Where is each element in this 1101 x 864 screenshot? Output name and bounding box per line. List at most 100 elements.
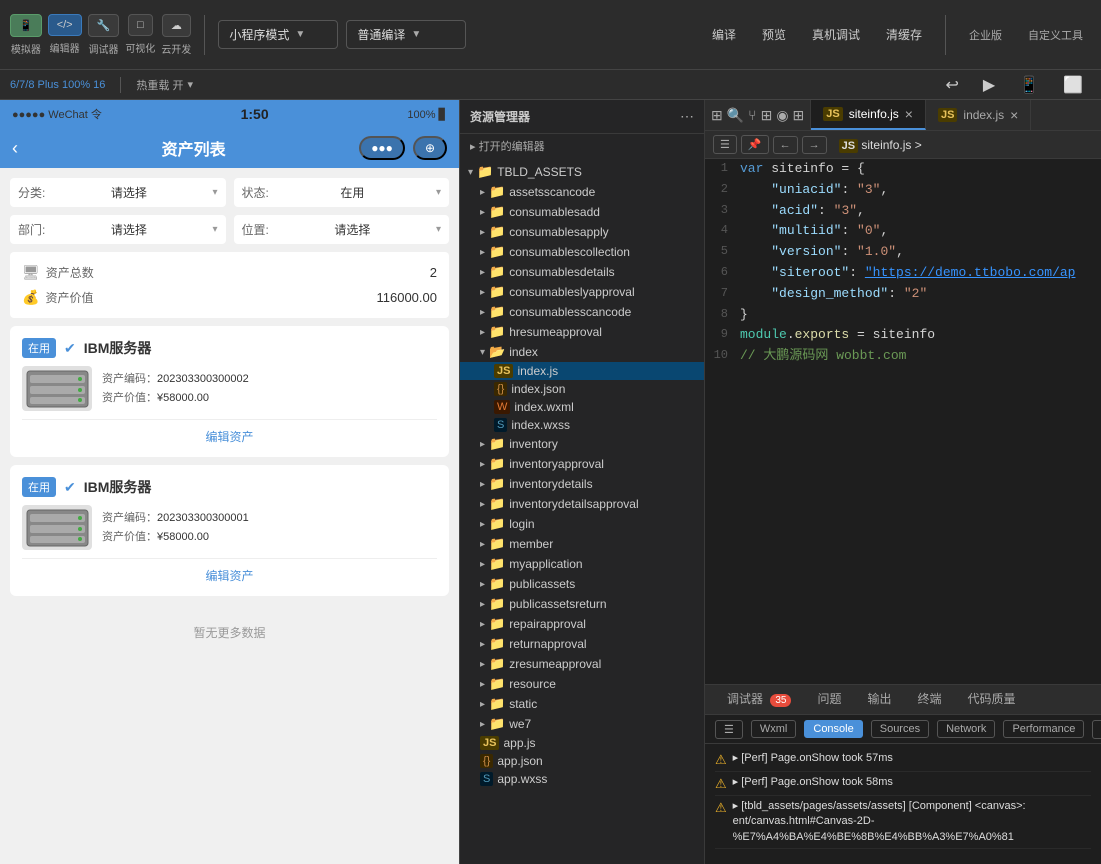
folder-static[interactable]: ▸ 📁 static [460,694,704,714]
cloud-icon: ☁ [171,19,182,32]
network-tab-btn[interactable]: Network [937,720,995,738]
folder-index[interactable]: ▾ 📂 index [460,342,704,362]
tab-bar-btn-1[interactable]: ⊞ [711,107,723,124]
mode-dropdown[interactable]: 小程序模式 ▼ [218,20,338,49]
wxml-tab-btn[interactable]: Wxml [751,720,797,738]
nav-add-btn[interactable]: ⊕ [413,136,447,160]
bookmark-btn[interactable]: ☰ [713,135,737,154]
compile-action-btn[interactable]: 编译 [704,22,744,47]
breadcrumb: JS siteinfo.js > [839,138,922,152]
folder-inventoryapproval[interactable]: ▸ 📁 inventoryapproval [460,454,704,474]
debug-button[interactable]: 🔧 [88,14,120,37]
extra-btn-1[interactable]: 企业版 [961,23,1010,47]
status-filter-label: 状态: [242,184,269,201]
nav-more-btn[interactable]: ●●● [359,136,405,160]
status-filter[interactable]: 状态: 在用 ▾ [234,178,450,207]
preview-btn[interactable]: 预览 [754,22,794,47]
tab-index-close[interactable]: × [1010,107,1018,123]
play-btn[interactable]: ▶ [975,71,1003,99]
folder-consumablesadd[interactable]: ▸ 📁 consumablesadd [460,202,704,222]
console-tab-btn[interactable]: Console [804,720,862,738]
asset-2-check-icon: ✔ [64,479,76,496]
square-btn[interactable]: ⬜ [1055,71,1091,99]
tab-bar-btn-3[interactable]: ⑂ [748,107,756,123]
dept-filter[interactable]: 部门: 请选择 ▾ [10,215,226,244]
tab-index-js[interactable]: JS index.js × [926,100,1031,130]
folder-hresumeapproval[interactable]: ▸ 📁 hresumeapproval [460,322,704,342]
open-editors-btn[interactable]: ▸ 打开的编辑器 [460,134,704,158]
file-tree[interactable]: ▾ 📁 TBLD_ASSETS ▸ 📁 assetsscancode ▸ 📁 c… [460,158,704,864]
tab-bar-btn-4[interactable]: ⊞ [761,107,773,124]
issue-tab[interactable]: 问题 [805,685,853,714]
compile-dropdown[interactable]: 普通编译 ▼ [346,20,466,49]
clear-cache-btn[interactable]: 清缓存 [878,22,930,47]
warn-text-1: ▸ [Perf] Page.onShow took 57ms [733,751,893,766]
folder-consumableslyapproval[interactable]: ▸ 📁 consumableslyapproval [460,282,704,302]
cloud-button[interactable]: ☁ [162,14,191,37]
folder-we7[interactable]: ▸ 📁 we7 [460,714,704,734]
root-folder[interactable]: ▾ 📁 TBLD_ASSETS [460,162,704,182]
tab-siteinfo-js[interactable]: JS siteinfo.js × [811,100,926,130]
category-filter[interactable]: 分类: 请选择 ▾ [10,178,226,207]
tab-bar-btn-2[interactable]: 🔍 [727,107,744,124]
console-circle-btn[interactable]: ⊘ [1092,720,1101,739]
folder-myapplication[interactable]: ▸ 📁 myapplication [460,554,704,574]
back-btn[interactable]: ← [773,136,798,154]
asset-1-code: 202303300300002 [157,373,249,385]
asset-2-edit-btn[interactable]: 编辑资产 [22,558,437,584]
forward-btn[interactable]: → [802,136,827,154]
terminal-tab[interactable]: 终端 [906,685,954,714]
code-editor[interactable]: 1 var siteinfo = { 2 "uniacid": "3", 3 "… [705,159,1101,684]
hot-reload-item[interactable]: 热重载 开 ▾ [136,77,193,93]
file-app-json[interactable]: {} app.json [460,752,704,770]
quality-tab[interactable]: 代码质量 [956,685,1028,714]
bottom-sidebar-btn[interactable]: ☰ [715,720,743,739]
phone-content[interactable]: 分类: 请选择 ▾ 状态: 在用 ▾ 部门: 请选择 ▾ 位置: [0,168,459,864]
folder-consumablesscancode[interactable]: ▸ 📁 consumablesscancode [460,302,704,322]
folder-login[interactable]: ▸ 📁 login [460,514,704,534]
real-debug-btn[interactable]: 真机调试 [804,22,868,47]
file-app-js[interactable]: JS app.js [460,734,704,752]
status-filter-arrow: ▾ [436,187,441,198]
folder-assetsscancode[interactable]: ▸ 📁 assetsscancode [460,182,704,202]
nav-back-button[interactable]: ‹ [12,138,18,159]
file-index-js[interactable]: JS index.js [460,362,704,380]
folder-inventorydetailsapproval[interactable]: ▸ 📁 inventorydetailsapproval [460,494,704,514]
tab-bar-btn-6[interactable]: ⊞ [793,107,805,124]
asset-1-code-row: 资产编码：202303300300002 [102,370,437,386]
folder-returnapproval[interactable]: ▸ 📁 returnapproval [460,634,704,654]
location-filter[interactable]: 位置: 请选择 ▾ [234,215,450,244]
folder-resource[interactable]: ▸ 📁 resource [460,674,704,694]
folder-inventory[interactable]: ▸ 📁 inventory [460,434,704,454]
total-count-value: 2 [430,265,437,280]
new-file-btn[interactable]: ⋯ [680,108,694,125]
editor-button[interactable]: </> [48,14,82,36]
folder-inventorydetails[interactable]: ▸ 📁 inventorydetails [460,474,704,494]
no-more-data: 暂无更多数据 [10,604,449,661]
file-app-wxss[interactable]: S app.wxss [460,770,704,788]
sources-tab-btn[interactable]: Sources [871,720,929,738]
output-tab[interactable]: 输出 [856,685,904,714]
folder-zresumeapproval[interactable]: ▸ 📁 zresumeapproval [460,654,704,674]
pin-btn[interactable]: 📌 [741,135,769,154]
file-index-wxml[interactable]: W index.wxml [460,398,704,416]
folder-consumablesdetails[interactable]: ▸ 📁 consumablesdetails [460,262,704,282]
tab-bar-btn-5[interactable]: ◉ [776,107,788,124]
file-index-wxss[interactable]: S index.wxss [460,416,704,434]
visible-button[interactable]: □ [128,14,153,36]
folder-member[interactable]: ▸ 📁 member [460,534,704,554]
undo-btn[interactable]: ↩ [937,71,966,99]
folder-consumablescollection[interactable]: ▸ 📁 consumablescollection [460,242,704,262]
folder-publicassetsreturn[interactable]: ▸ 📁 publicassetsreturn [460,594,704,614]
folder-consumablesapply[interactable]: ▸ 📁 consumablesapply [460,222,704,242]
folder-publicassets[interactable]: ▸ 📁 publicassets [460,574,704,594]
perf-tab-btn[interactable]: Performance [1003,720,1084,738]
debug-tab[interactable]: 调试器 35 [715,685,803,714]
extra-btn-2[interactable]: 自定义工具 [1020,23,1091,47]
tab-siteinfo-close[interactable]: × [905,106,913,122]
asset-1-edit-btn[interactable]: 编辑资产 [22,419,437,445]
simulate-button[interactable]: 📱 [10,14,42,37]
folder-repairapproval[interactable]: ▸ 📁 repairapproval [460,614,704,634]
phone-btn[interactable]: 📱 [1011,71,1047,99]
file-index-json[interactable]: {} index.json [460,380,704,398]
